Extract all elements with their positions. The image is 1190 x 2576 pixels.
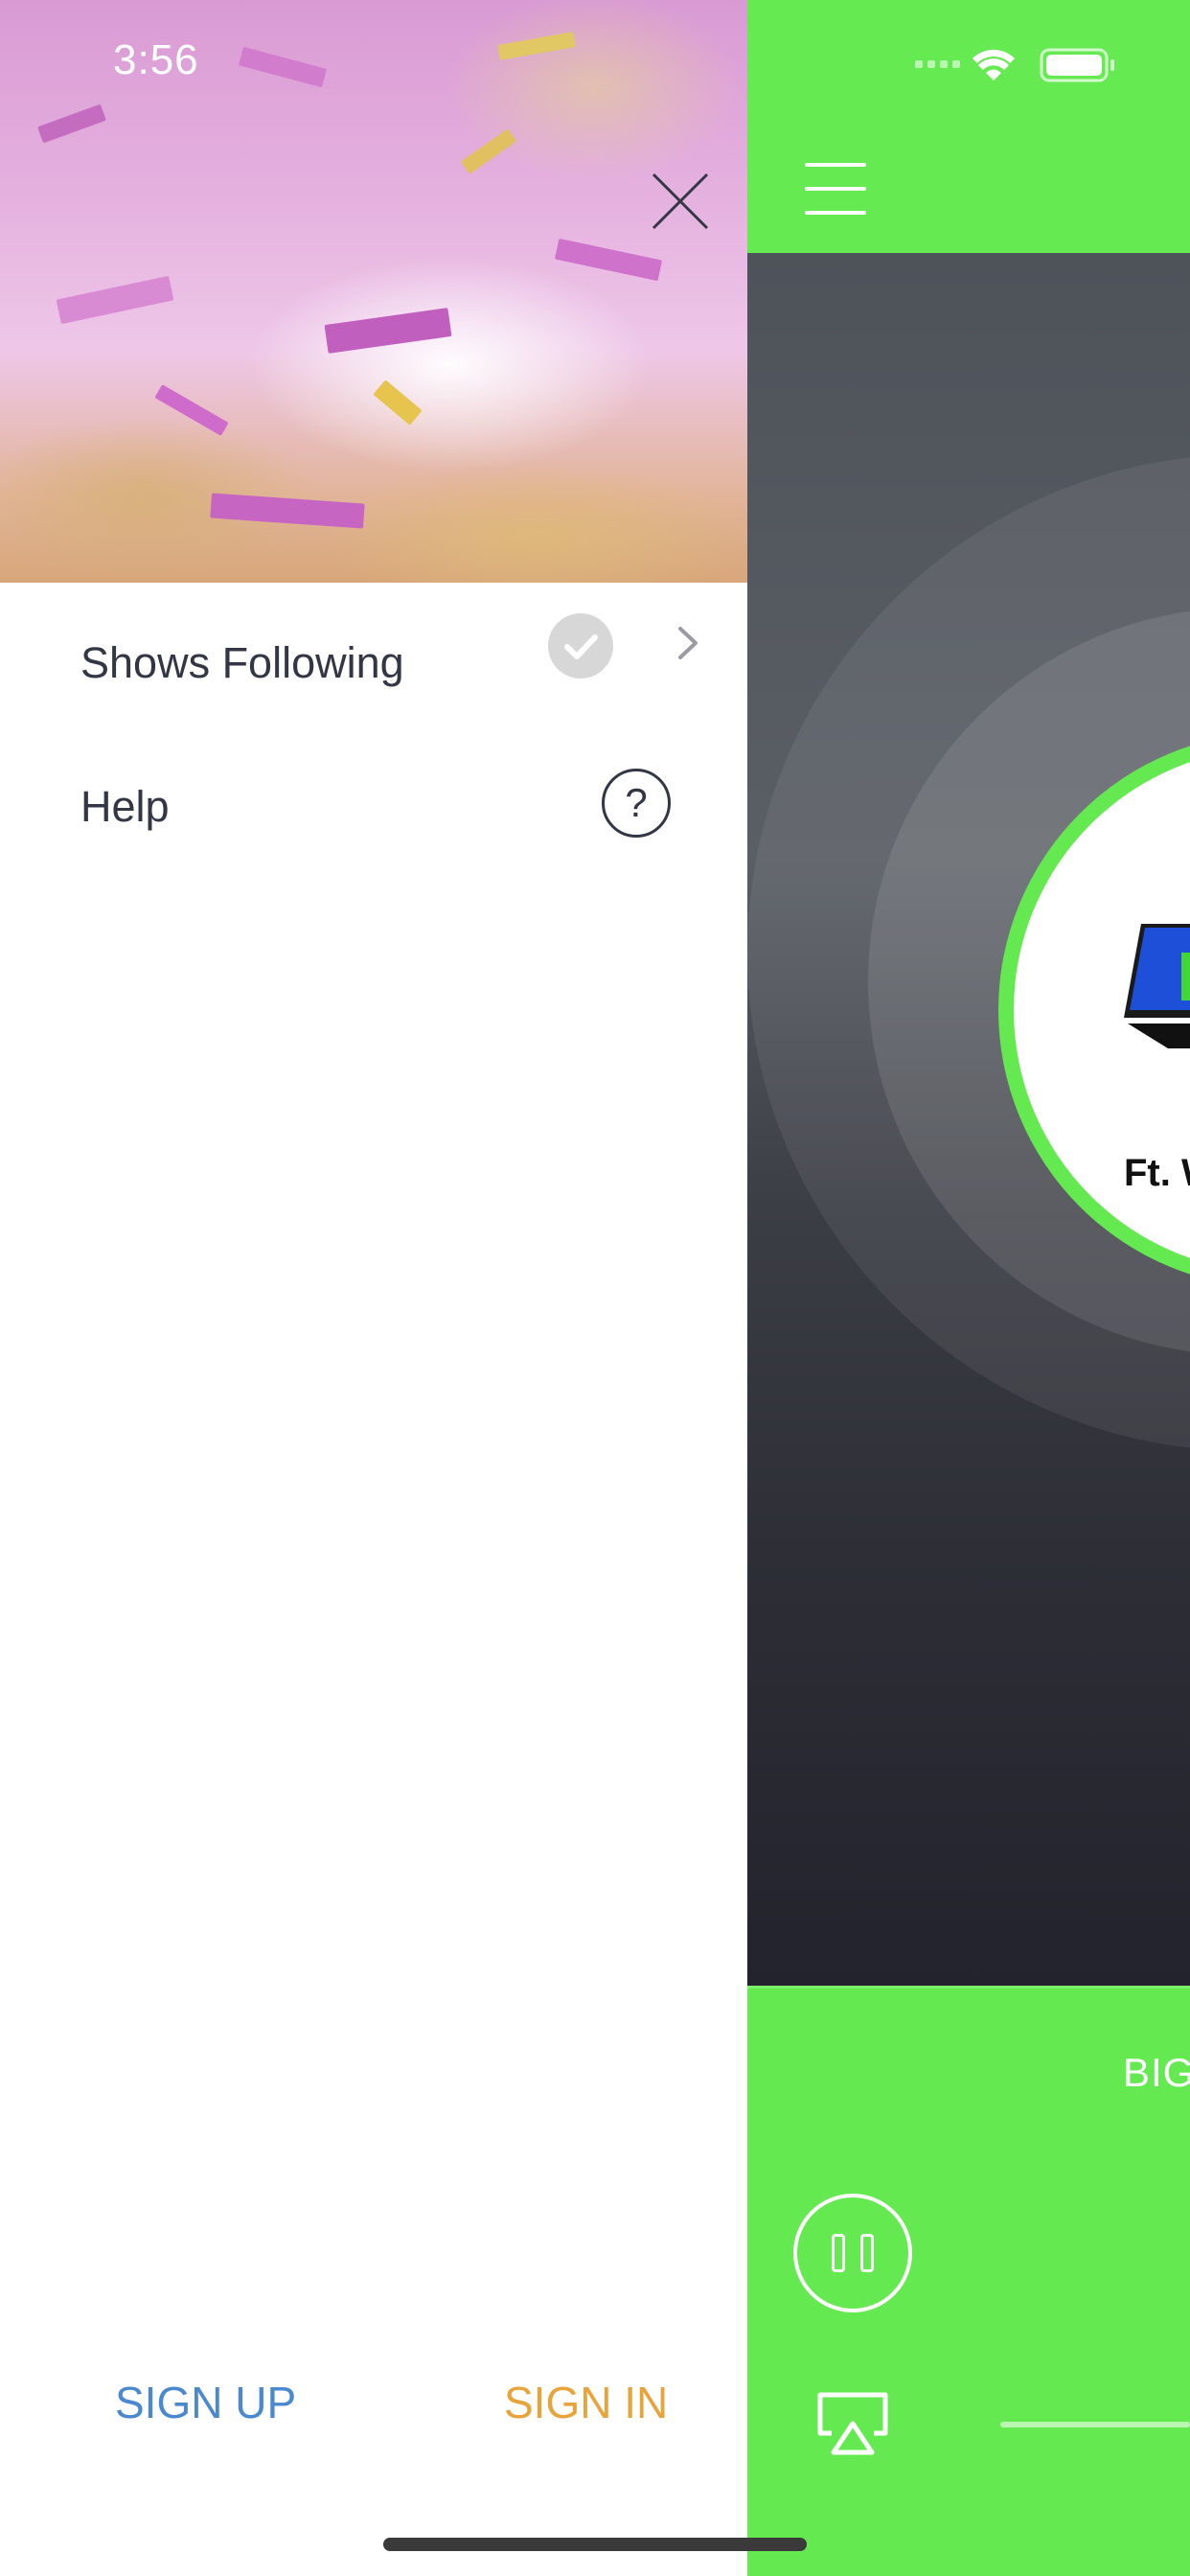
pause-icon-bar: [832, 2234, 845, 2272]
confetti: [210, 493, 365, 529]
chevron-right-icon: [678, 627, 698, 659]
confetti: [37, 104, 106, 144]
player-screen: Ft. W BIG: [747, 0, 1190, 2576]
station-artwork-area: Ft. W: [747, 253, 1190, 1986]
app-screen: Ft. W BIG 3:56: [0, 0, 1190, 2576]
menu-icon-line: [805, 211, 866, 215]
pause-icon-bar: [860, 2234, 874, 2272]
checkmark-icon: [548, 613, 613, 678]
confetti: [497, 32, 576, 60]
question-icon: ?: [602, 769, 671, 838]
battery-icon: [1040, 48, 1114, 82]
menu-item-label: Help: [80, 782, 170, 831]
home-indicator: [383, 2538, 807, 2551]
pause-button[interactable]: [793, 2194, 912, 2312]
confetti: [154, 384, 229, 436]
station-logo-icon: [1124, 924, 1190, 1048]
menu-icon-line: [805, 163, 866, 167]
sign-up-button[interactable]: SIGN UP: [115, 2377, 296, 2428]
menu-icon-line: [805, 187, 866, 191]
close-icon[interactable]: [640, 161, 721, 242]
drawer-header-image: 3:56: [0, 0, 747, 583]
side-drawer: 3:56 Shows Following Help ? SIGN UP SIGN…: [0, 0, 747, 2576]
menu-icon[interactable]: [805, 163, 866, 215]
sign-in-button[interactable]: SIGN IN: [504, 2377, 668, 2428]
station-logo-text: Ft. W: [1124, 1152, 1190, 1194]
player-header: [747, 0, 1190, 253]
confetti: [460, 128, 517, 174]
confetti: [554, 238, 663, 282]
airplay-icon[interactable]: [814, 2389, 891, 2456]
status-icons: [915, 48, 1114, 82]
menu-item-label: Shows Following: [80, 638, 404, 687]
volume-slider[interactable]: [1000, 2422, 1190, 2427]
status-time: 3:56: [113, 36, 199, 83]
wifi-icon: [973, 49, 1015, 80]
confetti: [373, 380, 423, 426]
now-playing-title: BIG: [1123, 2050, 1190, 2095]
confetti: [324, 308, 452, 354]
confetti: [238, 46, 328, 88]
menu-item-shows-following[interactable]: Shows Following: [0, 583, 747, 707]
player-controls: BIG: [747, 1986, 1190, 2576]
confetti: [56, 275, 174, 325]
signal-icon: [915, 60, 960, 68]
